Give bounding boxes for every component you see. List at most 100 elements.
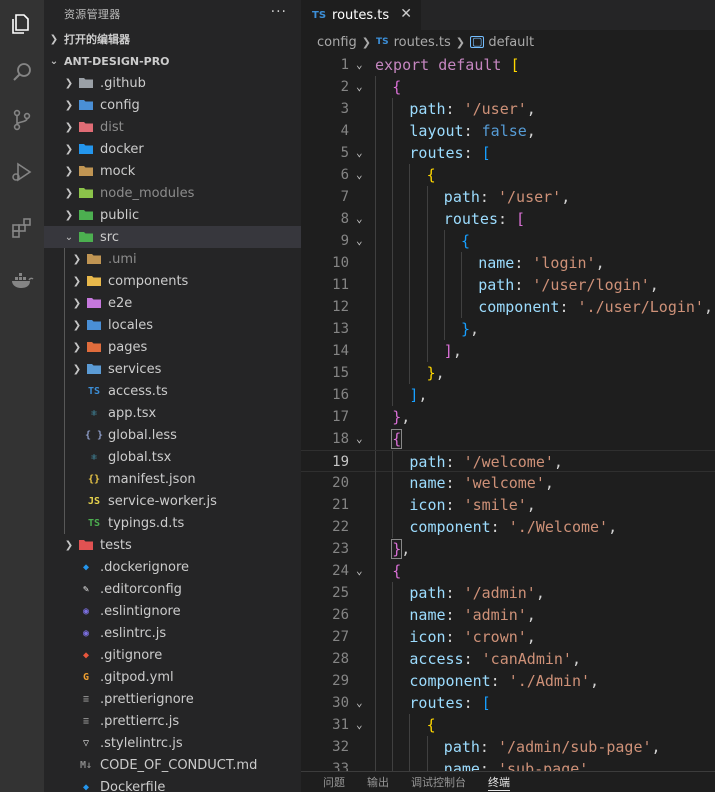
folder-item[interactable]: ❯ dist	[44, 116, 301, 138]
file-item[interactable]: ▽ .stylelintrc.js	[44, 732, 301, 754]
indent-guide	[375, 296, 376, 318]
indent-guide	[409, 164, 411, 186]
file-item[interactable]: ≡ .prettierrc.js	[44, 710, 301, 732]
tree-item-label: .eslintrc.js	[100, 625, 167, 641]
code-line: 11 path: '/user/login',	[301, 274, 715, 296]
folder-item[interactable]: ❯ tests	[44, 534, 301, 556]
panel-tab[interactable]: 调试控制台	[411, 774, 466, 790]
file-item[interactable]: ◉ .eslintrc.js	[44, 622, 301, 644]
file-item[interactable]: ≡ .prettierignore	[44, 688, 301, 710]
fold-chevron-icon[interactable]: ⌄	[356, 164, 363, 186]
code-text: },	[427, 362, 445, 384]
indent-guide	[461, 274, 462, 296]
file-item[interactable]: TS access.ts	[44, 380, 301, 402]
file-item[interactable]: ⚛ app.tsx	[44, 402, 301, 424]
file-item[interactable]: TS typings.d.ts	[44, 512, 301, 534]
icon-glyph: ≡	[82, 715, 90, 727]
code-token: :	[559, 298, 578, 316]
docker-icon[interactable]	[0, 256, 44, 304]
code-text: name: 'sub-page',	[444, 758, 598, 771]
fold-chevron-icon[interactable]: ⌄	[356, 230, 363, 252]
file-item[interactable]: JS service-worker.js	[44, 490, 301, 512]
breadcrumb-default[interactable]: default	[488, 35, 534, 50]
more-actions-icon[interactable]: ···	[271, 4, 287, 20]
search-icon[interactable]	[0, 48, 44, 96]
breadcrumb-routes[interactable]: routes.ts	[394, 35, 451, 50]
icon-glyph: {}	[87, 473, 101, 485]
folder-item[interactable]: ❯ services	[44, 358, 301, 380]
explorer-icon[interactable]	[0, 0, 44, 48]
code-token: path	[409, 453, 446, 471]
file-item[interactable]: {} manifest.json	[44, 468, 301, 490]
breadcrumb-config[interactable]: config	[317, 35, 357, 50]
code-token: {	[392, 78, 402, 96]
file-item[interactable]: ⚛ global.tsx	[44, 446, 301, 468]
chevron-right-icon: ❯	[64, 187, 74, 199]
fold-chevron-icon[interactable]: ⌄	[356, 560, 363, 582]
code-token: path	[478, 276, 515, 294]
indent-guide	[64, 380, 65, 402]
indent-guide	[461, 296, 462, 318]
tree-item-label: e2e	[108, 295, 133, 311]
docker-folder-icon	[78, 141, 94, 157]
folder-item[interactable]: ❯ .github	[44, 72, 301, 94]
code-token: ,	[452, 342, 462, 360]
folder-item[interactable]: ❯ pages	[44, 336, 301, 358]
file-item[interactable]: ✎ .editorconfig	[44, 578, 301, 600]
tree-item-label: .gitpod.yml	[100, 669, 174, 685]
folder-item[interactable]: ❯ e2e	[44, 292, 301, 314]
file-item[interactable]: ◆ .dockerignore	[44, 556, 301, 578]
source-control-icon[interactable]	[0, 96, 44, 144]
file-item[interactable]: ◆ Dockerfile	[44, 776, 301, 792]
chevron-right-icon: ❯	[49, 33, 59, 45]
folder-item[interactable]: ❯ node_modules	[44, 182, 301, 204]
folder-item[interactable]: ❯ config	[44, 94, 301, 116]
line-number: 26	[332, 607, 349, 623]
fold-chevron-icon[interactable]: ⌄	[356, 692, 363, 714]
folder-item[interactable]: ❯ .umi	[44, 248, 301, 270]
extensions-icon[interactable]	[0, 204, 44, 252]
open-editors-section[interactable]: ❯ 打开的编辑器	[44, 28, 301, 50]
folder-item[interactable]: ❯ docker	[44, 138, 301, 160]
folder-item[interactable]: ❯ public	[44, 204, 301, 226]
fold-chevron-icon[interactable]: ⌄	[356, 76, 363, 98]
line-number: 6	[340, 167, 349, 183]
code-token: component	[478, 298, 560, 316]
panel-tab[interactable]: 问题	[323, 774, 345, 790]
icon-glyph: M↓	[79, 759, 93, 771]
fold-chevron-icon[interactable]: ⌄	[356, 54, 363, 76]
code-token: name	[443, 760, 480, 771]
fold-chevron-icon[interactable]: ⌄	[356, 714, 363, 736]
code-line: 30 ⌄ routes: [	[301, 692, 715, 714]
line-number: 3	[340, 101, 349, 117]
folder-item[interactable]: ⌄ src	[44, 226, 301, 248]
code-editor[interactable]: 1 ⌄ export default [2 ⌄{3 path: '/user', 4 lay…	[301, 54, 715, 771]
folder-item[interactable]: ❯ locales	[44, 314, 301, 336]
code-token: [	[481, 144, 491, 162]
close-icon[interactable]: ✕	[400, 6, 412, 22]
tab-routes-ts[interactable]: TS routes.ts ✕	[301, 0, 421, 30]
fold-chevron-icon[interactable]: ⌄	[356, 428, 363, 450]
tests-folder-icon	[78, 537, 94, 553]
file-item[interactable]: M↓ CODE_OF_CONDUCT.md	[44, 754, 301, 776]
file-item[interactable]: G .gitpod.yml	[44, 666, 301, 688]
code-text: },	[392, 406, 410, 428]
project-section[interactable]: ⌄ ANT-DESIGN-PRO	[44, 50, 301, 72]
run-debug-icon[interactable]	[0, 148, 44, 196]
file-item[interactable]: { } global.less	[44, 424, 301, 446]
code-token: 'smile'	[463, 496, 527, 514]
fold-chevron-icon[interactable]: ⌄	[356, 208, 363, 230]
panel-tab[interactable]: 输出	[367, 774, 389, 790]
file-item[interactable]: ◆ .gitignore	[44, 644, 301, 666]
code-token: {	[426, 716, 436, 734]
panel-tab[interactable]: 终端	[488, 774, 510, 791]
fold-chevron-icon[interactable]: ⌄	[356, 142, 363, 164]
chevron-right-icon: ❯	[64, 209, 74, 221]
file-item[interactable]: ◉ .eslintignore	[44, 600, 301, 622]
code-line: 26 name: 'admin',	[301, 604, 715, 626]
folder-item[interactable]: ❯ components	[44, 270, 301, 292]
indent-guide	[426, 296, 428, 318]
line-number: 15	[332, 365, 349, 381]
code-token: :	[445, 474, 464, 492]
folder-item[interactable]: ❯ mock	[44, 160, 301, 182]
